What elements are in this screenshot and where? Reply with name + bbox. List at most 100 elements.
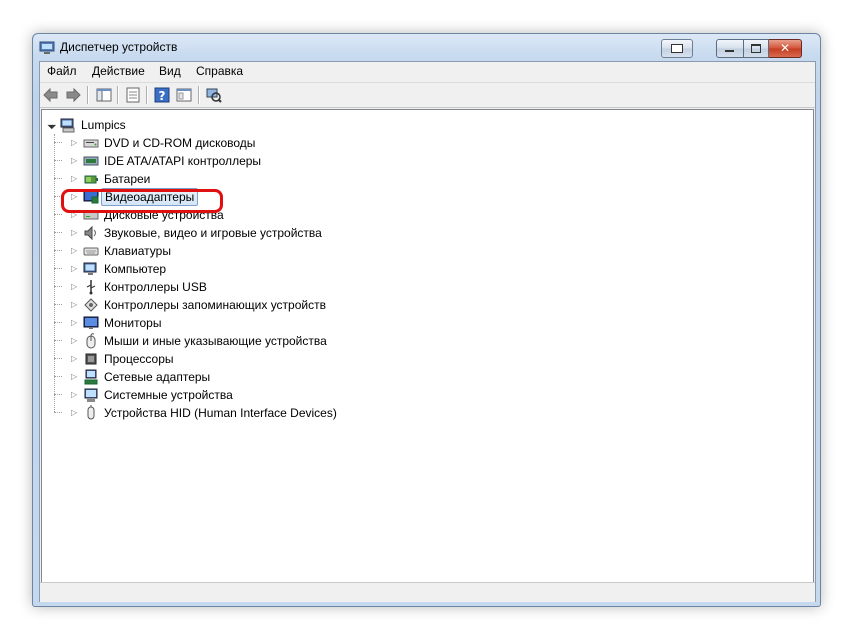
tree-node-label: Компьютер [104,262,167,276]
properties-icon[interactable] [124,86,142,104]
tree-connector [54,268,62,269]
tree-connector [54,250,62,251]
expand-arrow-icon[interactable]: ▷ [71,318,77,327]
tree-connector [54,160,62,161]
tree-connector [54,286,62,287]
tree-vertical-connector [54,134,55,412]
device-tree[interactable]: ◢ Lumpics ▷ DVD и CD-ROM дисководы ▷ IDE AT… [41,109,814,583]
expand-arrow-icon[interactable]: ▷ [71,228,77,237]
tree-node-storage-controller[interactable]: ▷ Контроллеры запоминающих устройств [42,296,442,314]
expand-arrow-icon[interactable]: ▷ [71,354,77,363]
collapse-arrow-icon[interactable]: ◢ [47,119,58,130]
network-adapter-icon [84,369,98,385]
minimize-button[interactable] [716,39,744,58]
menu-help[interactable]: Справка [196,64,243,78]
caption-buttons: ✕ [716,39,802,58]
tree-node-label: Системные устройства [104,388,233,402]
toolbar-separator [117,86,119,104]
menu-file[interactable]: Файл [47,64,77,78]
close-icon: ✕ [779,41,791,55]
tree-node-label: Сетевые адаптеры [104,370,211,384]
tree-connector [54,394,62,395]
minimize-icon [725,50,734,52]
window-option-icon [671,44,683,53]
tree-root-label: Lumpics [81,118,126,132]
title-bar[interactable]: Диспетчер устройств ✕ [33,34,820,60]
tree-node-label: Контроллеры запоминающих устройств [104,298,326,312]
expand-arrow-icon[interactable]: ▷ [71,138,77,147]
toolbar-separator [87,86,89,104]
scan-hardware-icon[interactable] [205,86,223,104]
tree-connector [54,142,62,143]
view-icon[interactable] [175,86,193,104]
tree-node-system-device[interactable]: ▷ Системные устройства [42,386,442,404]
window-option-button[interactable] [661,39,693,58]
tree-node-dvd-drive[interactable]: ▷ DVD и CD-ROM дисководы [42,134,442,152]
close-button[interactable]: ✕ [769,39,802,58]
storage-controller-icon [84,298,98,312]
status-bar [40,582,815,602]
tree-node-label: Устройства HID (Human Interface Devices) [104,406,337,420]
tree-node-label: Процессоры [104,352,174,366]
tree-node-label: Звуковые, видео и игровые устройства [104,226,322,240]
expand-arrow-icon[interactable]: ▷ [71,372,77,381]
tree-node-label: Батареи [104,172,151,186]
tree-node-usb[interactable]: ▷ Контроллеры USB [42,278,442,296]
expand-arrow-icon[interactable]: ▷ [71,282,77,291]
expand-arrow-icon[interactable]: ▷ [71,408,77,417]
system-device-icon [84,388,98,402]
tree-node-label: Клавиатуры [104,244,171,258]
processor-icon [85,353,97,365]
tree-node-hid[interactable]: ▷ Устройства HID (Human Interface Devices… [42,404,442,422]
tree-connector [54,178,62,179]
tree-node-monitor[interactable]: ▷ Мониторы [42,314,442,332]
hid-icon [87,405,95,420]
tree-node-processor[interactable]: ▷ Процессоры [42,350,442,368]
expand-arrow-icon[interactable]: ▷ [71,174,77,183]
expand-arrow-icon[interactable]: ▷ [71,156,77,165]
tree-node-computer[interactable]: ▷ Компьютер [42,260,442,278]
client-area: Файл Действие Вид Справка ? ◢ Lumpics ▷ … [39,61,816,602]
expand-arrow-icon[interactable]: ▷ [71,264,77,273]
tree-node-ide-controller[interactable]: ▷ IDE ATA/ATAPI контроллеры [42,152,442,170]
expand-arrow-icon[interactable]: ▷ [71,246,77,255]
monitor-icon [83,316,99,329]
tree-root[interactable]: ◢ Lumpics [42,116,442,134]
expand-arrow-icon[interactable]: ▷ [71,300,77,309]
menu-bar: Файл Действие Вид Справка [40,62,815,80]
tree-connector [54,358,62,359]
maximize-icon [751,44,761,53]
tree-node-label: Мониторы [104,316,162,330]
computer-icon [83,262,97,275]
annotation-highlight [61,189,223,213]
tree-node-label: Контроллеры USB [104,280,207,294]
usb-icon [86,280,96,295]
tree-node-network-adapter[interactable]: ▷ Сетевые адаптеры [42,368,442,386]
expand-arrow-icon[interactable]: ▷ [71,336,77,345]
back-icon[interactable] [42,86,60,104]
tree-connector [54,340,62,341]
toolbar: ? [40,82,815,108]
tree-node-keyboard[interactable]: ▷ Клавиатуры [42,242,442,260]
menu-action[interactable]: Действие [92,64,145,78]
tree-connector [54,304,62,305]
keyboard-icon [83,247,99,256]
tree-node-speaker[interactable]: ▷ Звуковые, видео и игровые устройства [42,224,442,242]
console-tree-icon[interactable] [95,86,113,104]
toolbar-separator [146,86,148,104]
tree-connector [54,376,62,377]
expand-arrow-icon[interactable]: ▷ [71,390,77,399]
tree-node-battery[interactable]: ▷ Батареи [42,170,442,188]
mouse-icon [86,333,96,349]
help-icon[interactable]: ? [153,86,171,104]
tree-connector [54,322,62,323]
window-title: Диспетчер устройств [60,40,178,54]
tree-node-label: Мыши и иные указывающие устройства [104,334,327,348]
speaker-icon [84,225,96,241]
forward-icon[interactable] [64,86,82,104]
maximize-button[interactable] [744,39,769,58]
tree-node-mouse[interactable]: ▷ Мыши и иные указывающие устройства [42,332,442,350]
device-manager-app-icon [39,41,55,54]
menu-view[interactable]: Вид [159,64,181,78]
ide-controller-icon [83,156,99,166]
